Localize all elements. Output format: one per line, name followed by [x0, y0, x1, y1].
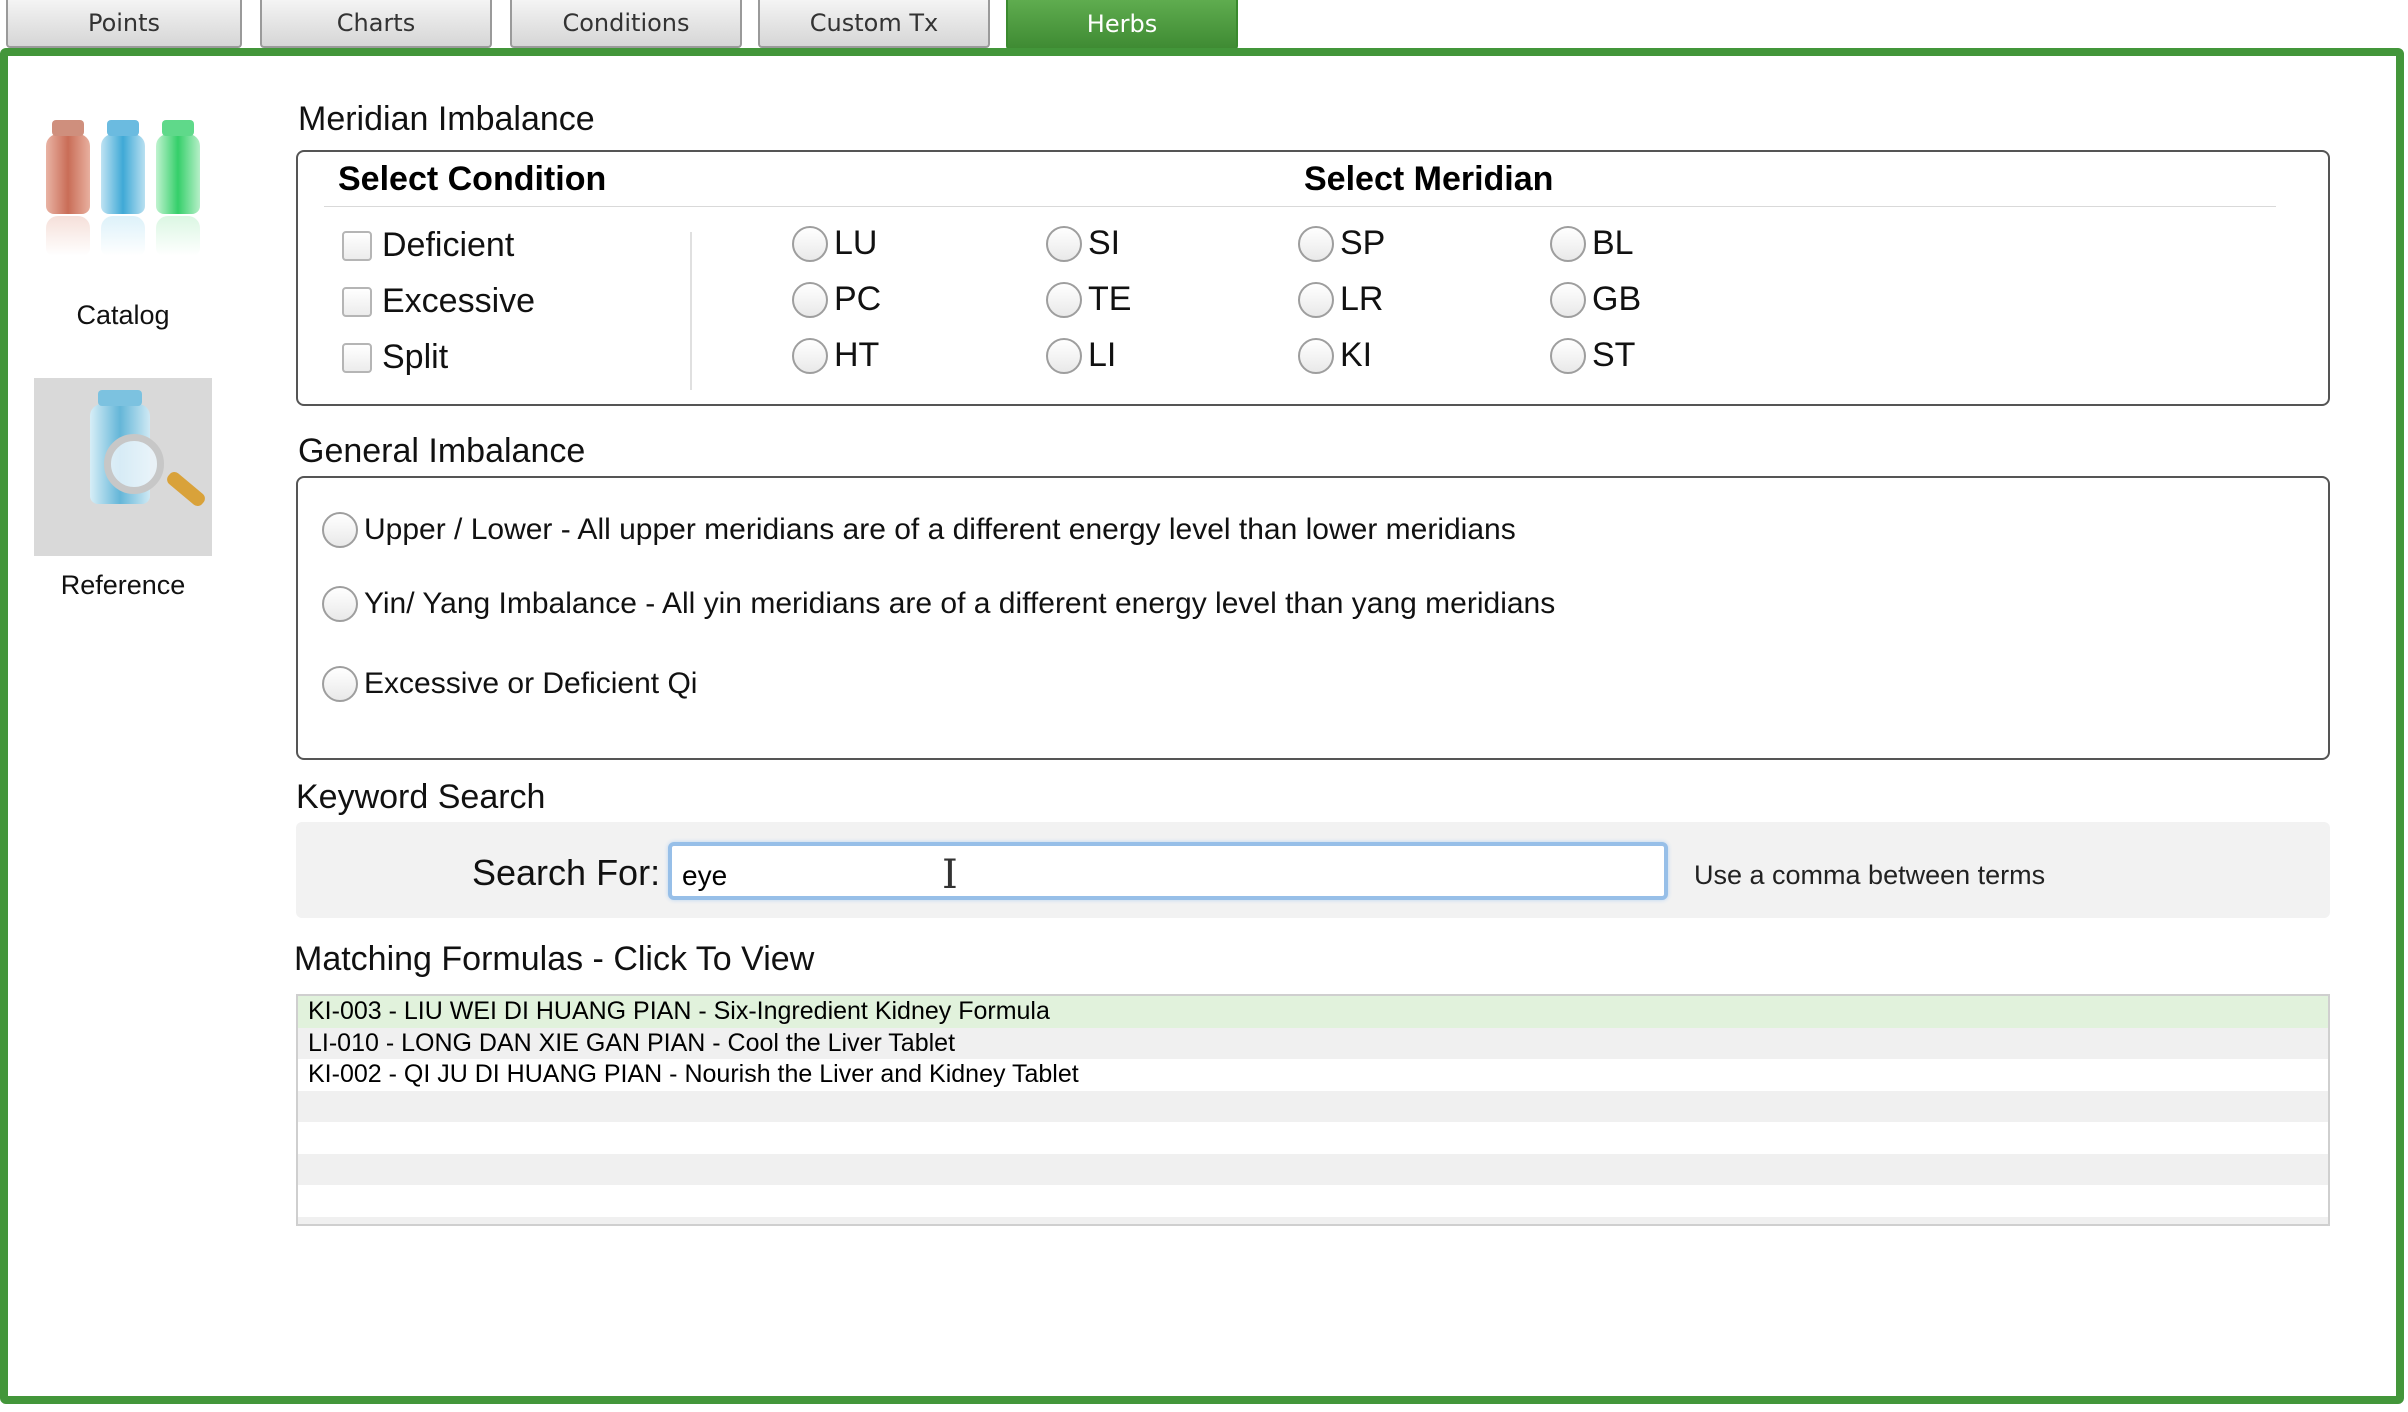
checkbox-box[interactable] [342, 230, 372, 261]
meridian-ht-radio[interactable]: HT [792, 336, 879, 375]
keyword-search-title: Keyword Search [296, 778, 546, 816]
general-imbalance-box: Upper / Lower - All upper meridians are … [296, 476, 2330, 760]
sidebar-item-label: Catalog [76, 300, 170, 330]
meridian-label: HT [834, 336, 880, 374]
radio-circle[interactable] [1550, 225, 1586, 262]
tab-herbs[interactable]: Herbs [1006, 0, 1238, 50]
radio-circle[interactable] [792, 337, 828, 374]
meridian-label: LR [1340, 280, 1384, 318]
radio-circle[interactable] [1550, 337, 1586, 374]
meridian-label: SP [1340, 224, 1386, 262]
meridian-si-radio[interactable]: SI [1046, 224, 1120, 263]
bottles-icon [34, 112, 212, 290]
meridian-label: KI [1340, 336, 1373, 374]
general-qi-radio[interactable]: Excessive or Deficient Qi [322, 666, 697, 702]
radio-circle[interactable] [1550, 281, 1586, 318]
heading-divider [324, 206, 2276, 207]
meridian-label: SI [1088, 224, 1121, 262]
list-item [298, 1122, 2328, 1154]
list-item[interactable]: KI-003 - LIU WEI DI HUANG PIAN - Six-Ing… [298, 996, 2328, 1028]
meridian-label: BL [1592, 224, 1634, 262]
general-yin-yang-radio[interactable]: Yin/ Yang Imbalance - All yin meridians … [322, 586, 1555, 622]
meridian-label: ST [1592, 336, 1636, 374]
sidebar-item-label: Reference [60, 570, 186, 600]
condition-label: Excessive [382, 282, 536, 320]
tab-conditions[interactable]: Conditions [510, 0, 742, 48]
tab-bar: Points Charts Conditions Custom Tx Herbs [0, 0, 2408, 50]
radio-circle[interactable] [1298, 281, 1334, 318]
condition-split-checkbox[interactable]: Split [342, 338, 448, 377]
meridian-label: TE [1088, 280, 1132, 318]
meridian-imbalance-box: Select Condition Select Meridian Deficie… [296, 150, 2330, 406]
condition-label: Deficient [382, 226, 515, 264]
select-condition-heading: Select Condition [338, 160, 607, 198]
meridian-lr-radio[interactable]: LR [1298, 280, 1383, 319]
list-item[interactable]: KI-002 - QI JU DI HUANG PIAN - Nourish t… [298, 1059, 2328, 1091]
search-input[interactable] [668, 842, 1668, 900]
magnifier-bottle-icon [34, 378, 212, 556]
list-item [298, 1153, 2328, 1185]
meridian-pc-radio[interactable]: PC [792, 280, 881, 319]
list-item[interactable]: LI-010 - LONG DAN XIE GAN PIAN - Cool th… [298, 1027, 2328, 1059]
meridian-bl-radio[interactable]: BL [1550, 224, 1634, 263]
search-for-label: Search For: [472, 852, 661, 893]
sidebar-item-catalog[interactable]: Catalog [34, 112, 212, 331]
checkbox-box[interactable] [342, 286, 372, 317]
general-option-label: Excessive or Deficient Qi [364, 667, 698, 700]
general-option-label: Yin/ Yang Imbalance - All yin meridians … [364, 587, 1556, 620]
radio-circle[interactable] [1046, 337, 1082, 374]
formulas-list[interactable]: KI-003 - LIU WEI DI HUANG PIAN - Six-Ing… [296, 994, 2330, 1226]
meridian-label: LI [1088, 336, 1117, 374]
select-meridian-heading: Select Meridian [1304, 160, 1554, 198]
radio-circle[interactable] [322, 666, 358, 702]
general-upper-lower-radio[interactable]: Upper / Lower - All upper meridians are … [322, 512, 1516, 548]
meridian-sp-radio[interactable]: SP [1298, 224, 1385, 263]
meridian-gb-radio[interactable]: GB [1550, 280, 1641, 319]
radio-circle[interactable] [792, 281, 828, 318]
column-divider [690, 232, 692, 390]
tab-custom-tx[interactable]: Custom Tx [758, 0, 990, 48]
meridian-label: PC [834, 280, 882, 318]
general-imbalance-title: General Imbalance [298, 432, 586, 470]
condition-deficient-checkbox[interactable]: Deficient [342, 226, 514, 265]
list-item [298, 1090, 2328, 1122]
radio-circle[interactable] [322, 512, 358, 548]
matching-formulas-title: Matching Formulas - Click To View [294, 940, 815, 978]
tab-points[interactable]: Points [6, 0, 242, 48]
meridian-te-radio[interactable]: TE [1046, 280, 1131, 319]
meridian-li-radio[interactable]: LI [1046, 336, 1116, 375]
radio-circle[interactable] [1046, 225, 1082, 262]
condition-excessive-checkbox[interactable]: Excessive [342, 282, 535, 321]
radio-circle[interactable] [1046, 281, 1082, 318]
meridian-label: GB [1592, 280, 1642, 318]
radio-circle[interactable] [792, 225, 828, 262]
meridian-st-radio[interactable]: ST [1550, 336, 1635, 375]
meridian-lu-radio[interactable]: LU [792, 224, 877, 263]
radio-circle[interactable] [1298, 225, 1334, 262]
condition-label: Split [382, 338, 449, 376]
meridian-ki-radio[interactable]: KI [1298, 336, 1372, 375]
search-hint: Use a comma between terms [1694, 860, 2046, 890]
text-cursor-icon: I [942, 852, 958, 898]
list-item [298, 1216, 2328, 1224]
checkbox-box[interactable] [342, 342, 372, 373]
radio-circle[interactable] [1298, 337, 1334, 374]
list-item [298, 1185, 2328, 1217]
keyword-search-panel: Search For: I Use a comma between terms [296, 822, 2330, 918]
radio-circle[interactable] [322, 586, 358, 622]
general-option-label: Upper / Lower - All upper meridians are … [364, 513, 1516, 546]
meridian-imbalance-title: Meridian Imbalance [298, 100, 595, 138]
meridian-label: LU [834, 224, 878, 262]
sidebar-item-reference[interactable]: Reference [34, 378, 212, 601]
tab-charts[interactable]: Charts [260, 0, 492, 48]
